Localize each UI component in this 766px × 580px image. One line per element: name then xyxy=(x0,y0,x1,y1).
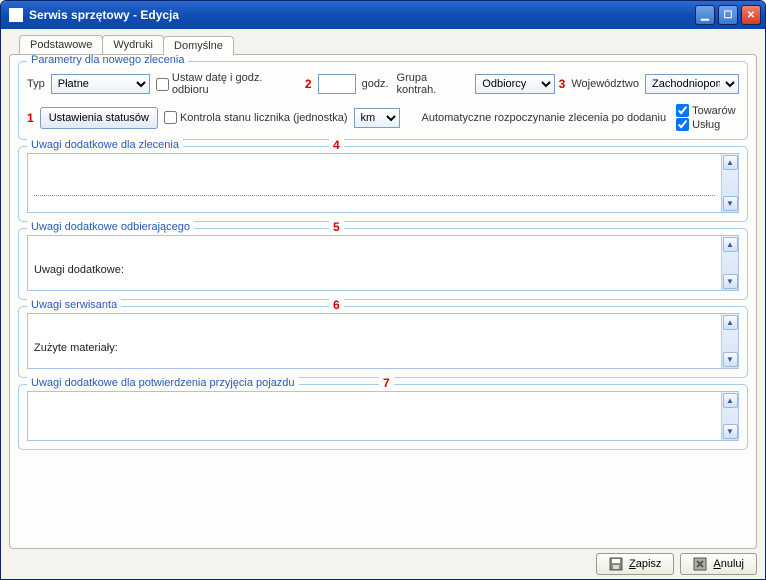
godz-input[interactable] xyxy=(318,74,356,94)
kontrola-input[interactable] xyxy=(164,111,177,124)
tab-panel: Parametry dla nowego zlecenia Typ Płatne… xyxy=(9,54,757,549)
params-row-1: Typ Płatne Ustaw datę i godz. odbioru 2 … xyxy=(27,72,739,96)
tab-wydruki[interactable]: Wydruki xyxy=(102,35,164,54)
notes3-fieldset: Uwagi serwisanta 6 Zużyte materiały: ▲ ▼ xyxy=(18,306,748,378)
kontrola-checkbox[interactable]: Kontrola stanu licznika (jednostka) xyxy=(164,111,348,124)
save-label: Zapisz xyxy=(629,558,661,570)
scroll-up-icon[interactable]: ▲ xyxy=(723,315,738,330)
cancel-button[interactable]: Anuluj xyxy=(680,553,757,575)
maximize-button[interactable]: ☐ xyxy=(718,5,738,25)
scroll-down-icon[interactable]: ▼ xyxy=(723,352,738,367)
footer: Zapisz Anuluj xyxy=(9,549,757,575)
notes1-textarea[interactable]: ▲ ▼ xyxy=(27,153,739,213)
mark-2: 2 xyxy=(305,77,312,91)
tab-podstawowe[interactable]: Podstawowe xyxy=(19,35,103,54)
notes1-content[interactable] xyxy=(28,154,721,212)
uslug-input[interactable] xyxy=(676,118,689,131)
scroll-up-icon[interactable]: ▲ xyxy=(723,237,738,252)
mark-7: 7 xyxy=(379,376,394,390)
window-buttons: ▁ ☐ ✕ xyxy=(695,5,761,25)
godz-label: godz. xyxy=(362,78,389,90)
typ-select[interactable]: Płatne xyxy=(51,74,150,94)
cancel-label: Anuluj xyxy=(713,558,744,570)
notes1-scrollbar[interactable]: ▲ ▼ xyxy=(721,154,738,212)
notes2-legend: Uwagi dodatkowe odbierającego xyxy=(27,221,194,233)
notes2-fieldset: Uwagi dodatkowe odbierającego 5 Uwagi do… xyxy=(18,228,748,300)
mark-1: 1 xyxy=(27,111,34,125)
app-icon xyxy=(9,8,23,22)
ustaw-date-label: Ustaw datę i godz. odbioru xyxy=(172,72,301,96)
notes2-scrollbar[interactable]: ▲ ▼ xyxy=(721,236,738,290)
scroll-down-icon[interactable]: ▼ xyxy=(723,196,738,211)
notes1-legend: Uwagi dodatkowe dla zlecenia xyxy=(27,139,183,151)
scroll-up-icon[interactable]: ▲ xyxy=(723,155,738,170)
kontrola-label: Kontrola stanu licznika (jednostka) xyxy=(180,112,348,124)
auto-label: Automatyczne rozpoczynanie zlecenia po d… xyxy=(422,112,667,124)
params-fieldset: Parametry dla nowego zlecenia Typ Płatne… xyxy=(18,61,748,140)
scroll-up-icon[interactable]: ▲ xyxy=(723,393,738,408)
save-button[interactable]: Zapisz xyxy=(596,553,674,575)
notes3-legend: Uwagi serwisanta xyxy=(27,299,121,311)
notes2-content[interactable]: Uwagi dodatkowe: Do wykonanej usługi nie… xyxy=(28,236,721,290)
close-button[interactable]: ✕ xyxy=(741,5,761,25)
window-title: Serwis sprzętowy - Edycja xyxy=(29,8,695,22)
towarow-input[interactable] xyxy=(676,104,689,117)
minimize-button[interactable]: ▁ xyxy=(695,5,715,25)
notes2-textarea[interactable]: Uwagi dodatkowe: Do wykonanej usługi nie… xyxy=(27,235,739,291)
tab-domyslne[interactable]: Domyślne xyxy=(163,36,234,55)
notes4-fieldset: Uwagi dodatkowe dla potwierdzenia przyję… xyxy=(18,384,748,450)
auto-checkbox-group: Towarów Usług xyxy=(676,104,735,131)
mark-3: 3 xyxy=(559,77,566,91)
notes4-legend: Uwagi dodatkowe dla potwierdzenia przyję… xyxy=(27,377,299,389)
scroll-down-icon[interactable]: ▼ xyxy=(723,274,738,289)
km-select[interactable]: km xyxy=(354,108,400,128)
scroll-down-icon[interactable]: ▼ xyxy=(723,424,738,439)
notes4-textarea[interactable]: ▲ ▼ xyxy=(27,391,739,441)
towarow-label: Towarów xyxy=(692,105,735,117)
notes3-textarea[interactable]: Zużyte materiały: ▲ ▼ xyxy=(27,313,739,369)
titlebar: Serwis sprzętowy - Edycja ▁ ☐ ✕ xyxy=(1,1,765,29)
params-row-2: 1 Ustawienia statusów Kontrola stanu lic… xyxy=(27,104,739,131)
notes4-content[interactable] xyxy=(28,392,721,440)
grupa-select[interactable]: Odbiorcy xyxy=(475,74,554,94)
mark-6: 6 xyxy=(329,298,344,312)
towarow-checkbox[interactable]: Towarów xyxy=(676,104,735,117)
woj-label: Województwo xyxy=(571,78,639,90)
typ-label: Typ xyxy=(27,78,45,90)
uslug-checkbox[interactable]: Usług xyxy=(676,118,735,131)
ustaw-date-checkbox[interactable]: Ustaw datę i godz. odbioru xyxy=(156,72,301,96)
save-icon xyxy=(609,557,623,571)
woj-select[interactable]: Zachodniopomor: xyxy=(645,74,739,94)
uslug-label: Usług xyxy=(692,119,720,131)
notes1-fieldset: Uwagi dodatkowe dla zlecenia 4 ▲ ▼ xyxy=(18,146,748,222)
window: Serwis sprzętowy - Edycja ▁ ☐ ✕ Podstawo… xyxy=(0,0,766,580)
notes3-content[interactable]: Zużyte materiały: xyxy=(28,314,721,368)
grupa-label: Grupa kontrah. xyxy=(397,72,470,96)
body: Podstawowe Wydruki Domyślne Parametry dl… xyxy=(1,29,765,579)
ustawienia-statusow-button[interactable]: Ustawienia statusów xyxy=(40,107,158,129)
tabs: Podstawowe Wydruki Domyślne xyxy=(19,35,757,54)
cancel-icon xyxy=(693,557,707,571)
notes4-scrollbar[interactable]: ▲ ▼ xyxy=(721,392,738,440)
mark-4: 4 xyxy=(329,138,344,152)
params-legend: Parametry dla nowego zlecenia xyxy=(27,54,188,66)
notes3-scrollbar[interactable]: ▲ ▼ xyxy=(721,314,738,368)
ustaw-date-input[interactable] xyxy=(156,78,169,91)
mark-5: 5 xyxy=(329,220,344,234)
